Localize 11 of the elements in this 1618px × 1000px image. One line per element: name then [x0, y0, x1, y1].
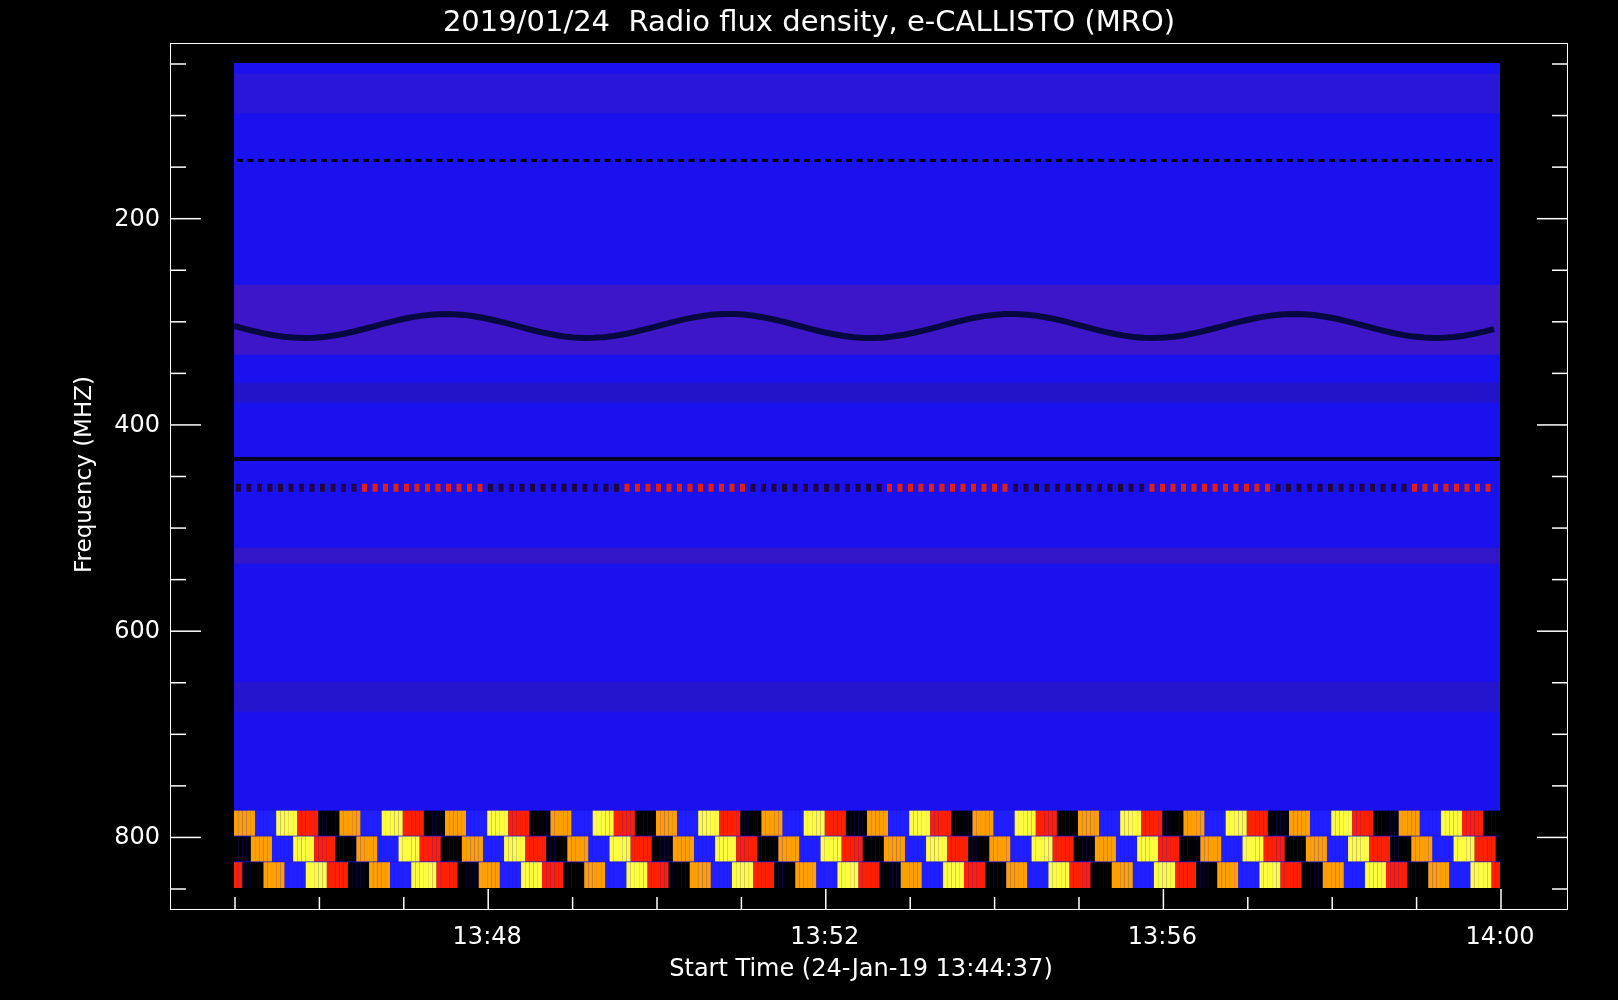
x-tick-label: 13:56 — [1127, 924, 1197, 948]
x-tick-label: 13:52 — [790, 924, 860, 948]
x-tick-label: 13:48 — [452, 924, 522, 948]
y-tick-label: 800 — [114, 824, 160, 849]
chart-title: 2019/01/24 Radio flux density, e-CALLISTO (MRO) — [442, 7, 1176, 36]
y-tick-label: 200 — [114, 205, 160, 230]
y-tick-label: 600 — [114, 618, 160, 643]
y-tick-label: 400 — [114, 411, 160, 436]
x-axis-label: Start Time (24-Jan-19 13:44:37) — [669, 956, 1053, 980]
x-tick-label: 14:00 — [1465, 924, 1535, 948]
y-axis-label: Frequency (MHZ) — [72, 376, 95, 573]
